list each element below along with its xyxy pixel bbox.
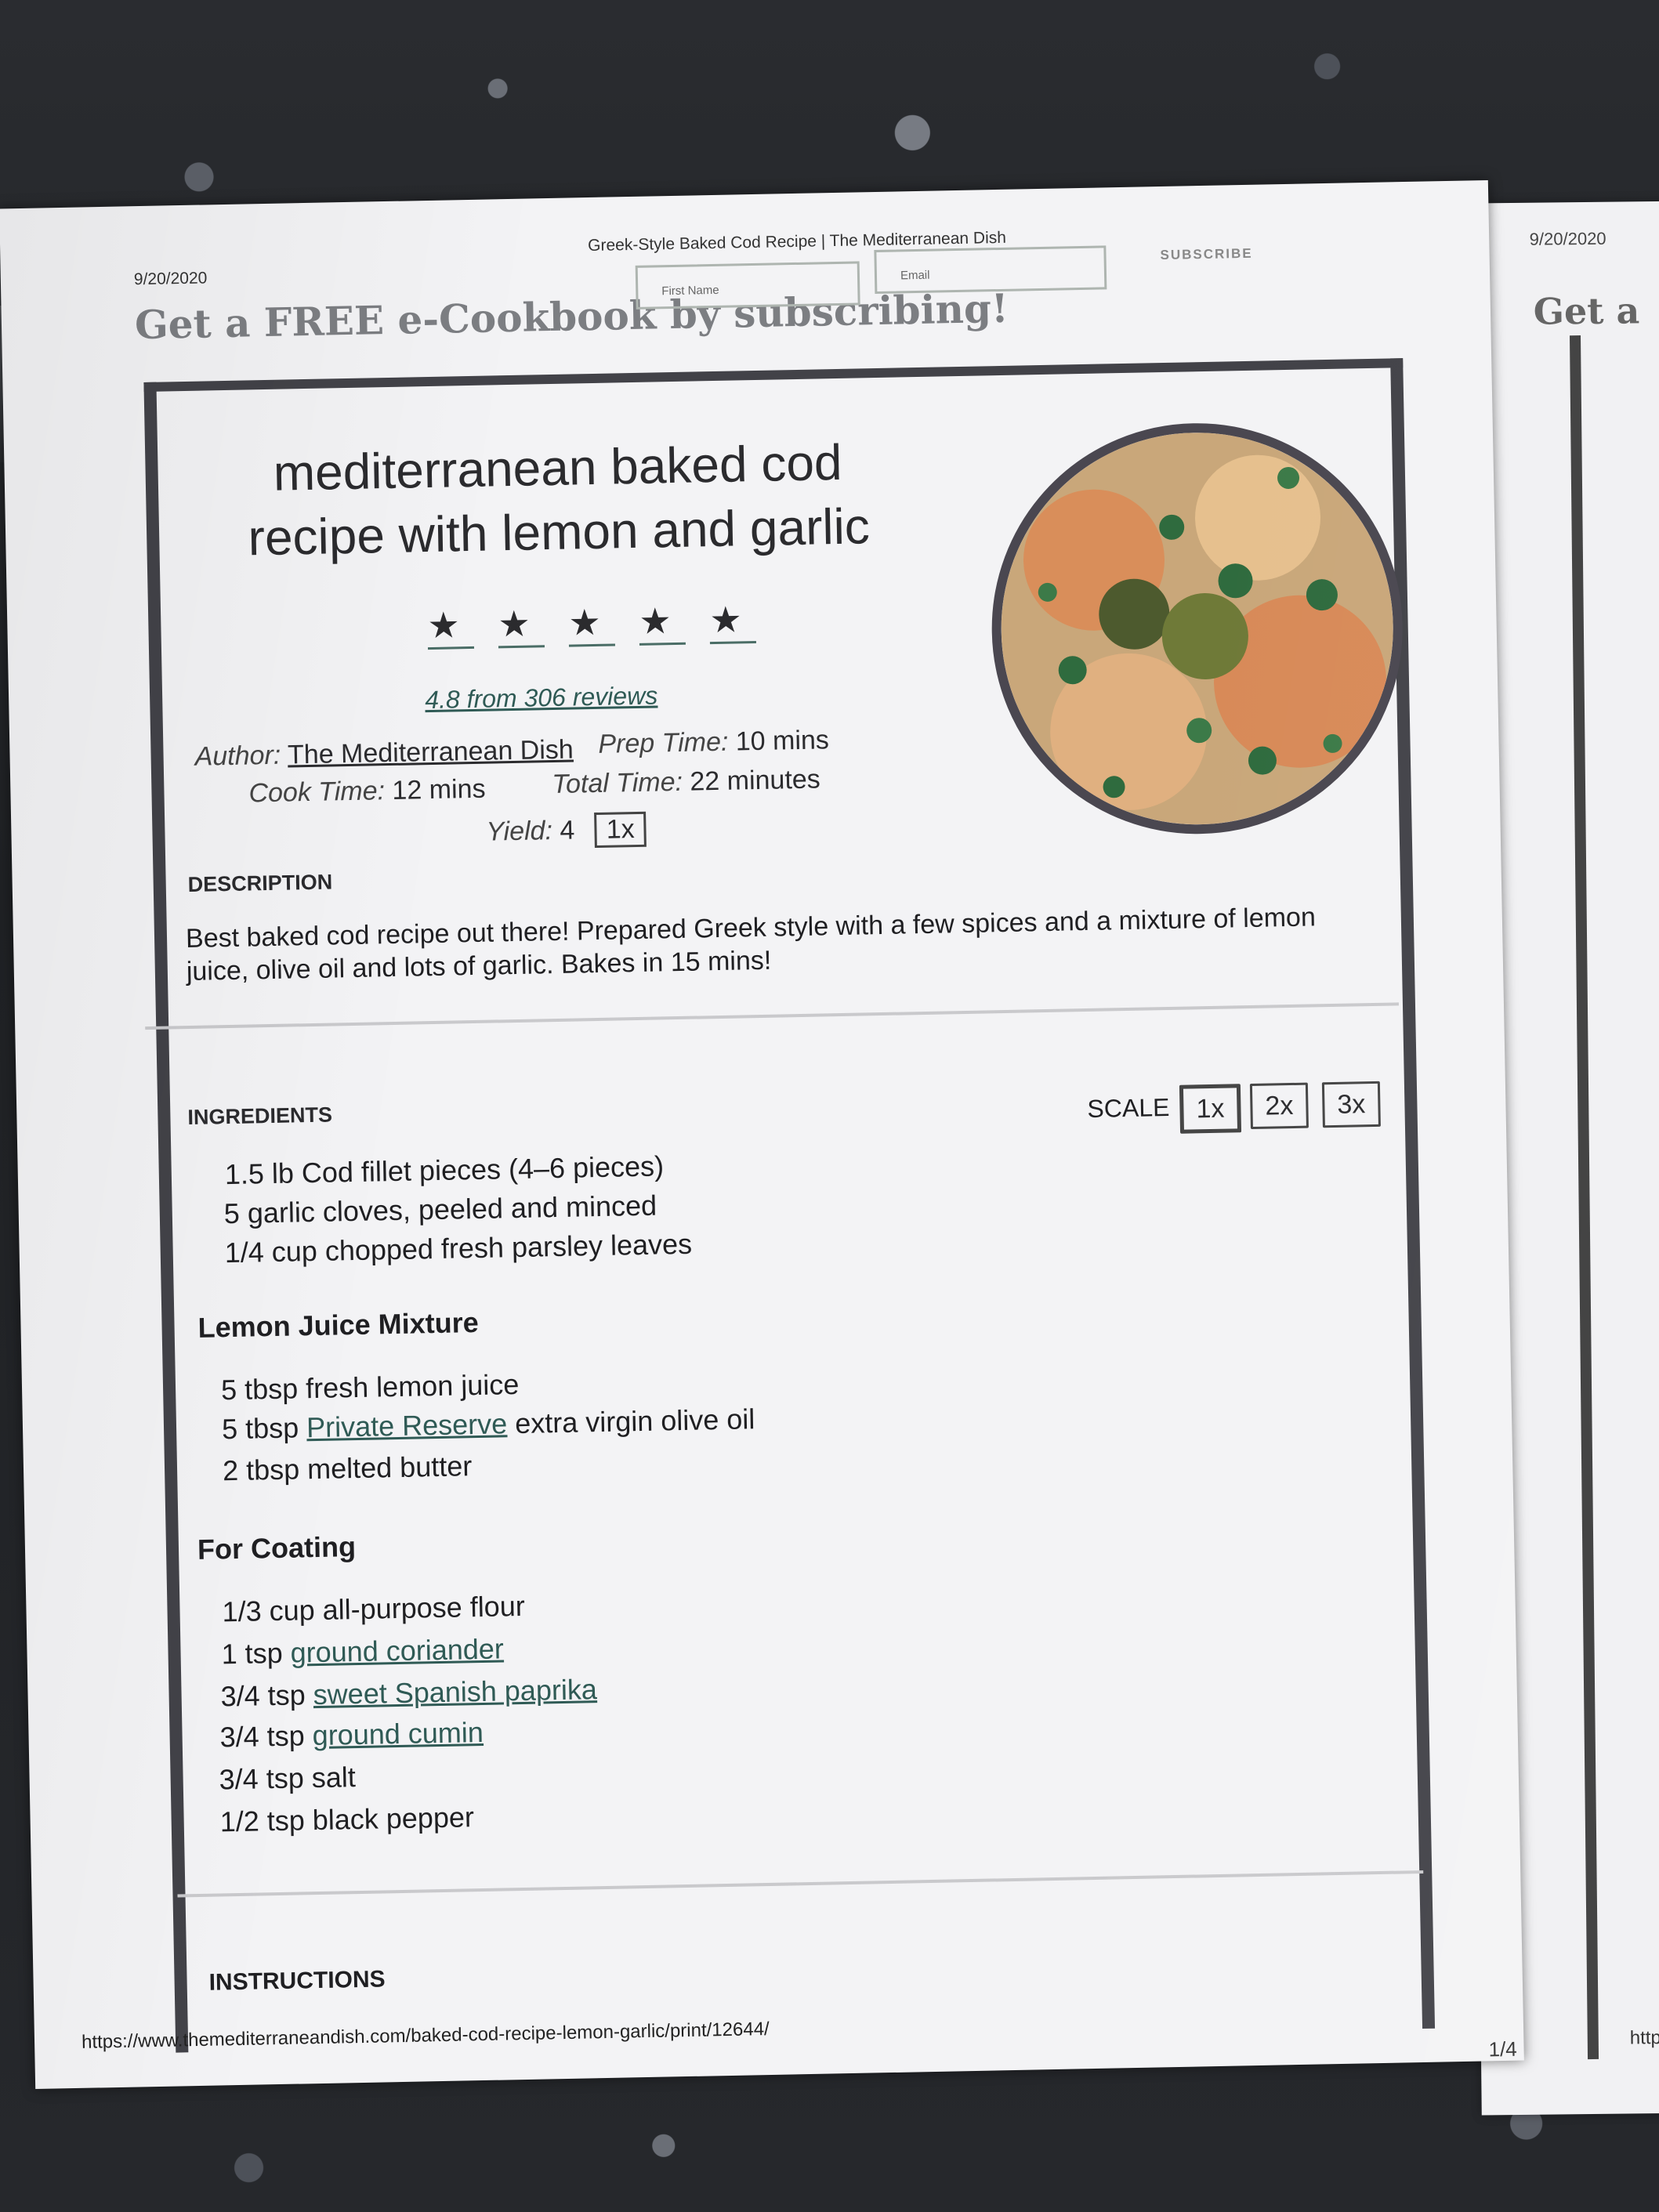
ingredient-qty: 1 tsp xyxy=(221,1636,292,1671)
total-time-label: Total Time: xyxy=(552,766,683,800)
second-page-card-border xyxy=(1570,335,1599,2060)
total-time-value: 22 minutes xyxy=(690,764,821,797)
recipe-title-line-1: mediterranean baked cod xyxy=(273,433,843,501)
ingredient-item: 1/2 tsp black pepper xyxy=(219,1801,475,1838)
scale-1x-button[interactable]: 1x xyxy=(1179,1084,1242,1134)
scale-label: SCALE xyxy=(1087,1093,1170,1124)
subscribe-button[interactable]: SUBSCRIBE xyxy=(1160,246,1252,263)
ingredient-desc: extra virgin olive oil xyxy=(506,1403,755,1440)
ingredient-item: 1 tsp ground coriander xyxy=(221,1632,504,1671)
ingredient-item: 1/4 cup chopped fresh parsley leaves xyxy=(224,1227,693,1269)
ground-cumin-link[interactable]: ground cumin xyxy=(312,1716,484,1751)
yield-meta: Yield: 4 1x xyxy=(486,811,647,850)
author-label: Author: xyxy=(194,740,281,772)
ingredient-item: 1/3 cup all-purpose flour xyxy=(222,1589,526,1628)
star-icon[interactable]: ★ xyxy=(567,601,616,647)
prep-time-value: 10 mins xyxy=(735,725,830,757)
description-text: Best baked cod recipe out there! Prepare… xyxy=(185,902,1317,987)
second-page-date: 9/20/2020 xyxy=(1529,228,1606,249)
rating-reviews-link[interactable]: 4.8 from 306 reviews xyxy=(425,681,658,715)
cook-time-meta: Cook Time: 12 mins xyxy=(248,774,486,809)
email-placeholder: Email xyxy=(900,268,930,283)
star-icon[interactable]: ★ xyxy=(426,603,475,650)
baked-cod-image xyxy=(997,429,1397,828)
lemon-mixture-heading: Lemon Juice Mixture xyxy=(197,1305,480,1344)
coating-heading: For Coating xyxy=(197,1530,357,1566)
ingredient-item: 3/4 tsp salt xyxy=(219,1761,357,1796)
recipe-photo xyxy=(987,419,1407,838)
recipe-card: mediterranean baked cod recipe with lemo… xyxy=(143,358,1436,2053)
star-icon[interactable]: ★ xyxy=(709,599,757,645)
yield-label: Yield: xyxy=(486,816,553,847)
ingredient-item: 3/4 tsp sweet Spanish paprika xyxy=(220,1673,597,1713)
ingredient-item: 3/4 tsp ground cumin xyxy=(219,1716,484,1754)
ground-coriander-link[interactable]: ground coriander xyxy=(290,1632,504,1668)
section-divider xyxy=(177,1870,1424,1898)
yield-value: 4 xyxy=(560,815,575,845)
author-link[interactable]: The Mediterranean Dish xyxy=(288,735,574,770)
print-date: 9/20/2020 xyxy=(133,269,208,289)
author-meta: Author: The Mediterranean Dish xyxy=(194,735,574,773)
cook-time-value: 12 mins xyxy=(392,773,486,806)
recipe-printout: 9/20/2020 Greek-Style Baked Cod Recipe |… xyxy=(0,179,1524,2090)
second-page-url: http xyxy=(1629,2027,1659,2049)
recipe-title-line-2: recipe with lemon and garlic xyxy=(247,498,871,567)
total-time-meta: Total Time: 22 minutes xyxy=(552,764,820,800)
second-page-promo: Get a xyxy=(1533,289,1640,333)
ingredient-item: 2 tbsp melted butter xyxy=(222,1450,473,1487)
private-reserve-link[interactable]: Private Reserve xyxy=(306,1407,508,1443)
ingredients-heading: INGREDIENTS xyxy=(187,1102,333,1130)
prep-time-label: Prep Time: xyxy=(598,726,729,759)
cook-time-label: Cook Time: xyxy=(248,776,386,809)
first-name-placeholder: First Name xyxy=(661,283,719,299)
spanish-paprika-link[interactable]: sweet Spanish paprika xyxy=(313,1673,597,1711)
email-field[interactable]: Email xyxy=(874,245,1107,295)
ingredient-item: 1.5 lb Cod fillet pieces (4–6 pieces) xyxy=(224,1149,665,1191)
instructions-heading: INSTRUCTIONS xyxy=(208,1966,386,1996)
page-number: 1/4 xyxy=(1488,2036,1518,2062)
ingredient-qty: 3/4 tsp xyxy=(220,1678,314,1713)
yield-scale-button[interactable]: 1x xyxy=(594,811,647,849)
ingredient-item: 5 tbsp fresh lemon juice xyxy=(220,1368,520,1406)
ingredient-qty: 3/4 tsp xyxy=(219,1719,313,1754)
section-divider xyxy=(145,1002,1399,1030)
scale-2x-button[interactable]: 2x xyxy=(1249,1082,1309,1130)
scale-3x-button[interactable]: 3x xyxy=(1321,1081,1381,1128)
description-heading: DESCRIPTION xyxy=(187,870,333,896)
rating-stars[interactable]: ★ ★ ★ ★ ★ xyxy=(426,598,757,650)
ingredient-item: 5 tbsp Private Reserve extra virgin olive… xyxy=(222,1403,755,1446)
ingredient-item: 5 garlic cloves, peeled and minced xyxy=(223,1189,657,1230)
recipe-title: mediterranean baked cod recipe with lemo… xyxy=(228,429,889,570)
ingredient-qty: 5 tbsp xyxy=(221,1411,299,1446)
first-name-field[interactable]: First Name xyxy=(635,261,860,310)
prep-time-meta: Prep Time: 10 mins xyxy=(598,725,829,760)
star-icon[interactable]: ★ xyxy=(497,603,545,649)
star-icon[interactable]: ★ xyxy=(638,599,686,646)
ecookbook-promo: Get a FREE e-Cookbook by subscribing! xyxy=(134,284,1009,349)
